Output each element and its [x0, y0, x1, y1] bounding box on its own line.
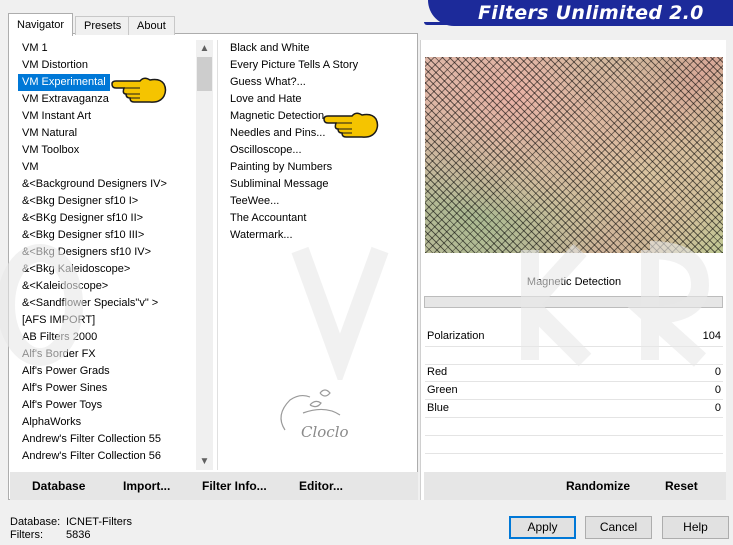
filter-item[interactable]: Painting by Numbers — [226, 159, 411, 176]
category-item[interactable]: &<Bkg Designer sf10 III> — [18, 227, 196, 244]
category-item[interactable]: Alf's Border FX — [18, 346, 196, 363]
filter-item[interactable]: Watermark... — [226, 227, 411, 244]
category-item[interactable]: &<BKg Designer sf10 II> — [18, 210, 196, 227]
category-item[interactable]: Andrew's Filter Collection 55 — [18, 431, 196, 448]
randomize-button[interactable]: Randomize — [566, 479, 630, 493]
status-value: 5836 — [66, 529, 91, 541]
filter-item[interactable]: Black and White — [226, 40, 411, 57]
app-title-banner: Filters Unlimited 2.0 — [428, 0, 733, 26]
category-item[interactable]: Alf's Power Grads — [18, 363, 196, 380]
slider-red[interactable]: Red 0 — [425, 364, 723, 381]
category-item[interactable]: [AFS IMPORT] — [18, 312, 196, 329]
category-item[interactable]: &<Bkg Designers sf10 IV> — [18, 244, 196, 261]
filter-item[interactable]: Guess What?... — [226, 74, 411, 91]
apply-button[interactable]: Apply — [509, 516, 576, 539]
status-label: Database: — [10, 516, 61, 528]
slider-green[interactable]: Green 0 — [425, 382, 723, 399]
filter-item[interactable]: Oscilloscope... — [226, 142, 411, 159]
pointing-hand-icon — [323, 112, 379, 138]
database-button[interactable]: Database — [32, 479, 85, 493]
category-item[interactable]: &<Bkg Kaleidoscope> — [18, 261, 196, 278]
category-item[interactable]: AB Filters 2000 — [18, 329, 196, 346]
scroll-thumb[interactable] — [197, 57, 212, 91]
slider-label: Polarization — [427, 330, 485, 342]
filter-item[interactable]: Subliminal Message — [226, 176, 411, 193]
slider-label: Red — [427, 366, 448, 378]
slider-divider — [425, 346, 723, 347]
category-item[interactable]: &<Sandflower Specials"v" > — [18, 295, 196, 312]
reset-button[interactable]: Reset — [665, 479, 698, 493]
category-item[interactable]: &<Kaleidoscope> — [18, 278, 196, 295]
scroll-down-icon[interactable]: ▼ — [196, 453, 213, 470]
category-item[interactable]: VM — [18, 159, 196, 176]
category-item[interactable]: VM Toolbox — [18, 142, 196, 159]
left-toolbar: Database Import... Filter Info... Editor… — [10, 472, 418, 500]
category-item[interactable]: VM Experimental — [18, 74, 110, 91]
filter-item[interactable]: The Accountant — [226, 210, 411, 227]
tab-presets[interactable]: Presets — [75, 16, 131, 35]
category-item[interactable]: VM 1 — [18, 40, 196, 57]
status-database: Database: ICNET-Filters — [10, 516, 132, 529]
category-item[interactable]: VM Natural — [18, 125, 196, 142]
status-value: ICNET-Filters — [66, 516, 132, 528]
slider-label: Green — [427, 384, 458, 396]
slider-value: 0 — [714, 384, 721, 396]
list-divider — [217, 40, 218, 470]
slider-value: 104 — [702, 330, 721, 342]
category-item[interactable]: &<Bkg Designer sf10 I> — [18, 193, 196, 210]
cloclo-logo-icon: Cloclo — [280, 389, 349, 441]
cancel-button[interactable]: Cancel — [585, 516, 652, 539]
scroll-up-icon[interactable]: ▲ — [196, 40, 213, 57]
category-item[interactable]: &<Background Designers IV> — [18, 176, 196, 193]
progress-bar — [424, 296, 723, 308]
filter-item[interactable]: TeeWee... — [226, 193, 411, 210]
tab-navigator[interactable]: Navigator — [8, 13, 74, 36]
category-item[interactable]: Alf's Power Sines — [18, 380, 196, 397]
slider-divider — [425, 435, 723, 436]
filter-info-button[interactable]: Filter Info... — [202, 479, 267, 493]
slider-value: 0 — [714, 402, 721, 414]
current-filter-name: Magnetic Detection — [526, 276, 622, 288]
status-filters: Filters: 5836 — [10, 529, 90, 542]
category-scrollbar[interactable]: ▲ ▼ — [196, 40, 213, 470]
category-item[interactable]: VM Distortion — [18, 57, 196, 74]
slider-divider — [425, 417, 723, 418]
tab-about[interactable]: About — [128, 16, 175, 35]
help-button[interactable]: Help — [662, 516, 729, 539]
filter-item[interactable]: Magnetic Detection — [226, 108, 411, 125]
slider-blue[interactable]: Blue 0 — [425, 400, 723, 417]
slider-label: Blue — [427, 402, 450, 414]
slider-divider — [425, 453, 723, 454]
filter-item[interactable]: Every Picture Tells A Story — [226, 57, 411, 74]
slider-polarization[interactable]: Polarization 104 — [425, 328, 723, 345]
pointing-hand-icon — [111, 77, 167, 103]
right-toolbar: Randomize Reset — [424, 472, 726, 500]
slider-value: 0 — [714, 366, 721, 378]
category-item[interactable]: Andrew's Filter Collection 56 — [18, 448, 196, 465]
filter-preview-image — [425, 57, 723, 253]
category-item[interactable]: Alf's Power Toys — [18, 397, 196, 414]
filter-item[interactable]: Love and Hate — [226, 91, 411, 108]
filter-item[interactable]: Needles and Pins... — [226, 125, 411, 142]
status-label: Filters: — [10, 529, 43, 541]
category-item[interactable]: VM Extravaganza — [18, 91, 196, 108]
import-button[interactable]: Import... — [123, 479, 170, 493]
category-list[interactable]: VM 1 VM Distortion VM Experimental VM Extra… — [18, 40, 196, 470]
editor-button[interactable]: Editor... — [299, 479, 343, 493]
category-item[interactable]: VM Instant Art — [18, 108, 196, 125]
svg-text:Cloclo: Cloclo — [301, 423, 349, 441]
category-item[interactable]: AlphaWorks — [18, 414, 196, 431]
